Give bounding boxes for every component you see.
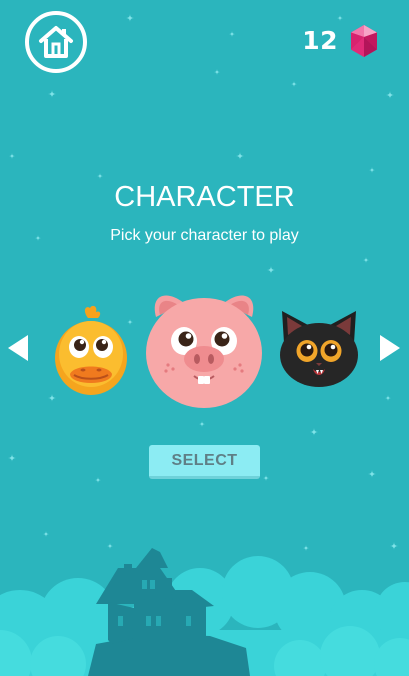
select-button[interactable]: SELECT bbox=[149, 445, 260, 479]
sparkle-star bbox=[369, 167, 375, 173]
sparkle-star bbox=[263, 475, 269, 481]
sparkle-star bbox=[95, 477, 101, 483]
sparkle-star bbox=[9, 153, 15, 159]
sparkle-star bbox=[126, 14, 134, 22]
sparkle-star bbox=[363, 257, 369, 263]
sparkle-star bbox=[386, 91, 394, 99]
character-duck[interactable] bbox=[52, 304, 130, 396]
character-cat[interactable] bbox=[278, 307, 360, 389]
sparkle-star bbox=[8, 454, 16, 462]
sparkle-star bbox=[214, 69, 220, 75]
sparkle-star bbox=[199, 421, 205, 427]
sparkle-star bbox=[48, 90, 56, 98]
pink-gem-icon bbox=[351, 25, 377, 57]
haunted-house-scene bbox=[0, 548, 409, 676]
gem-count: 12 bbox=[302, 26, 338, 55]
sparkle-star bbox=[229, 31, 235, 37]
arrow-right-icon[interactable] bbox=[379, 334, 401, 362]
sparkle-star bbox=[291, 81, 297, 87]
sparkle-star bbox=[267, 266, 275, 274]
screen-title: CHARACTER bbox=[114, 181, 295, 213]
sparkle-star bbox=[310, 428, 318, 436]
sparkle-star bbox=[337, 15, 343, 21]
sparkle-star bbox=[236, 152, 244, 160]
character-pig[interactable] bbox=[142, 287, 266, 409]
sparkle-star bbox=[385, 395, 391, 401]
screen-subtitle: Pick your character to play bbox=[110, 227, 299, 244]
sparkle-star bbox=[368, 470, 376, 478]
home-icon bbox=[39, 26, 73, 58]
sparkle-star bbox=[97, 173, 103, 179]
arrow-left-icon[interactable] bbox=[7, 334, 29, 362]
home-button[interactable] bbox=[25, 11, 87, 73]
